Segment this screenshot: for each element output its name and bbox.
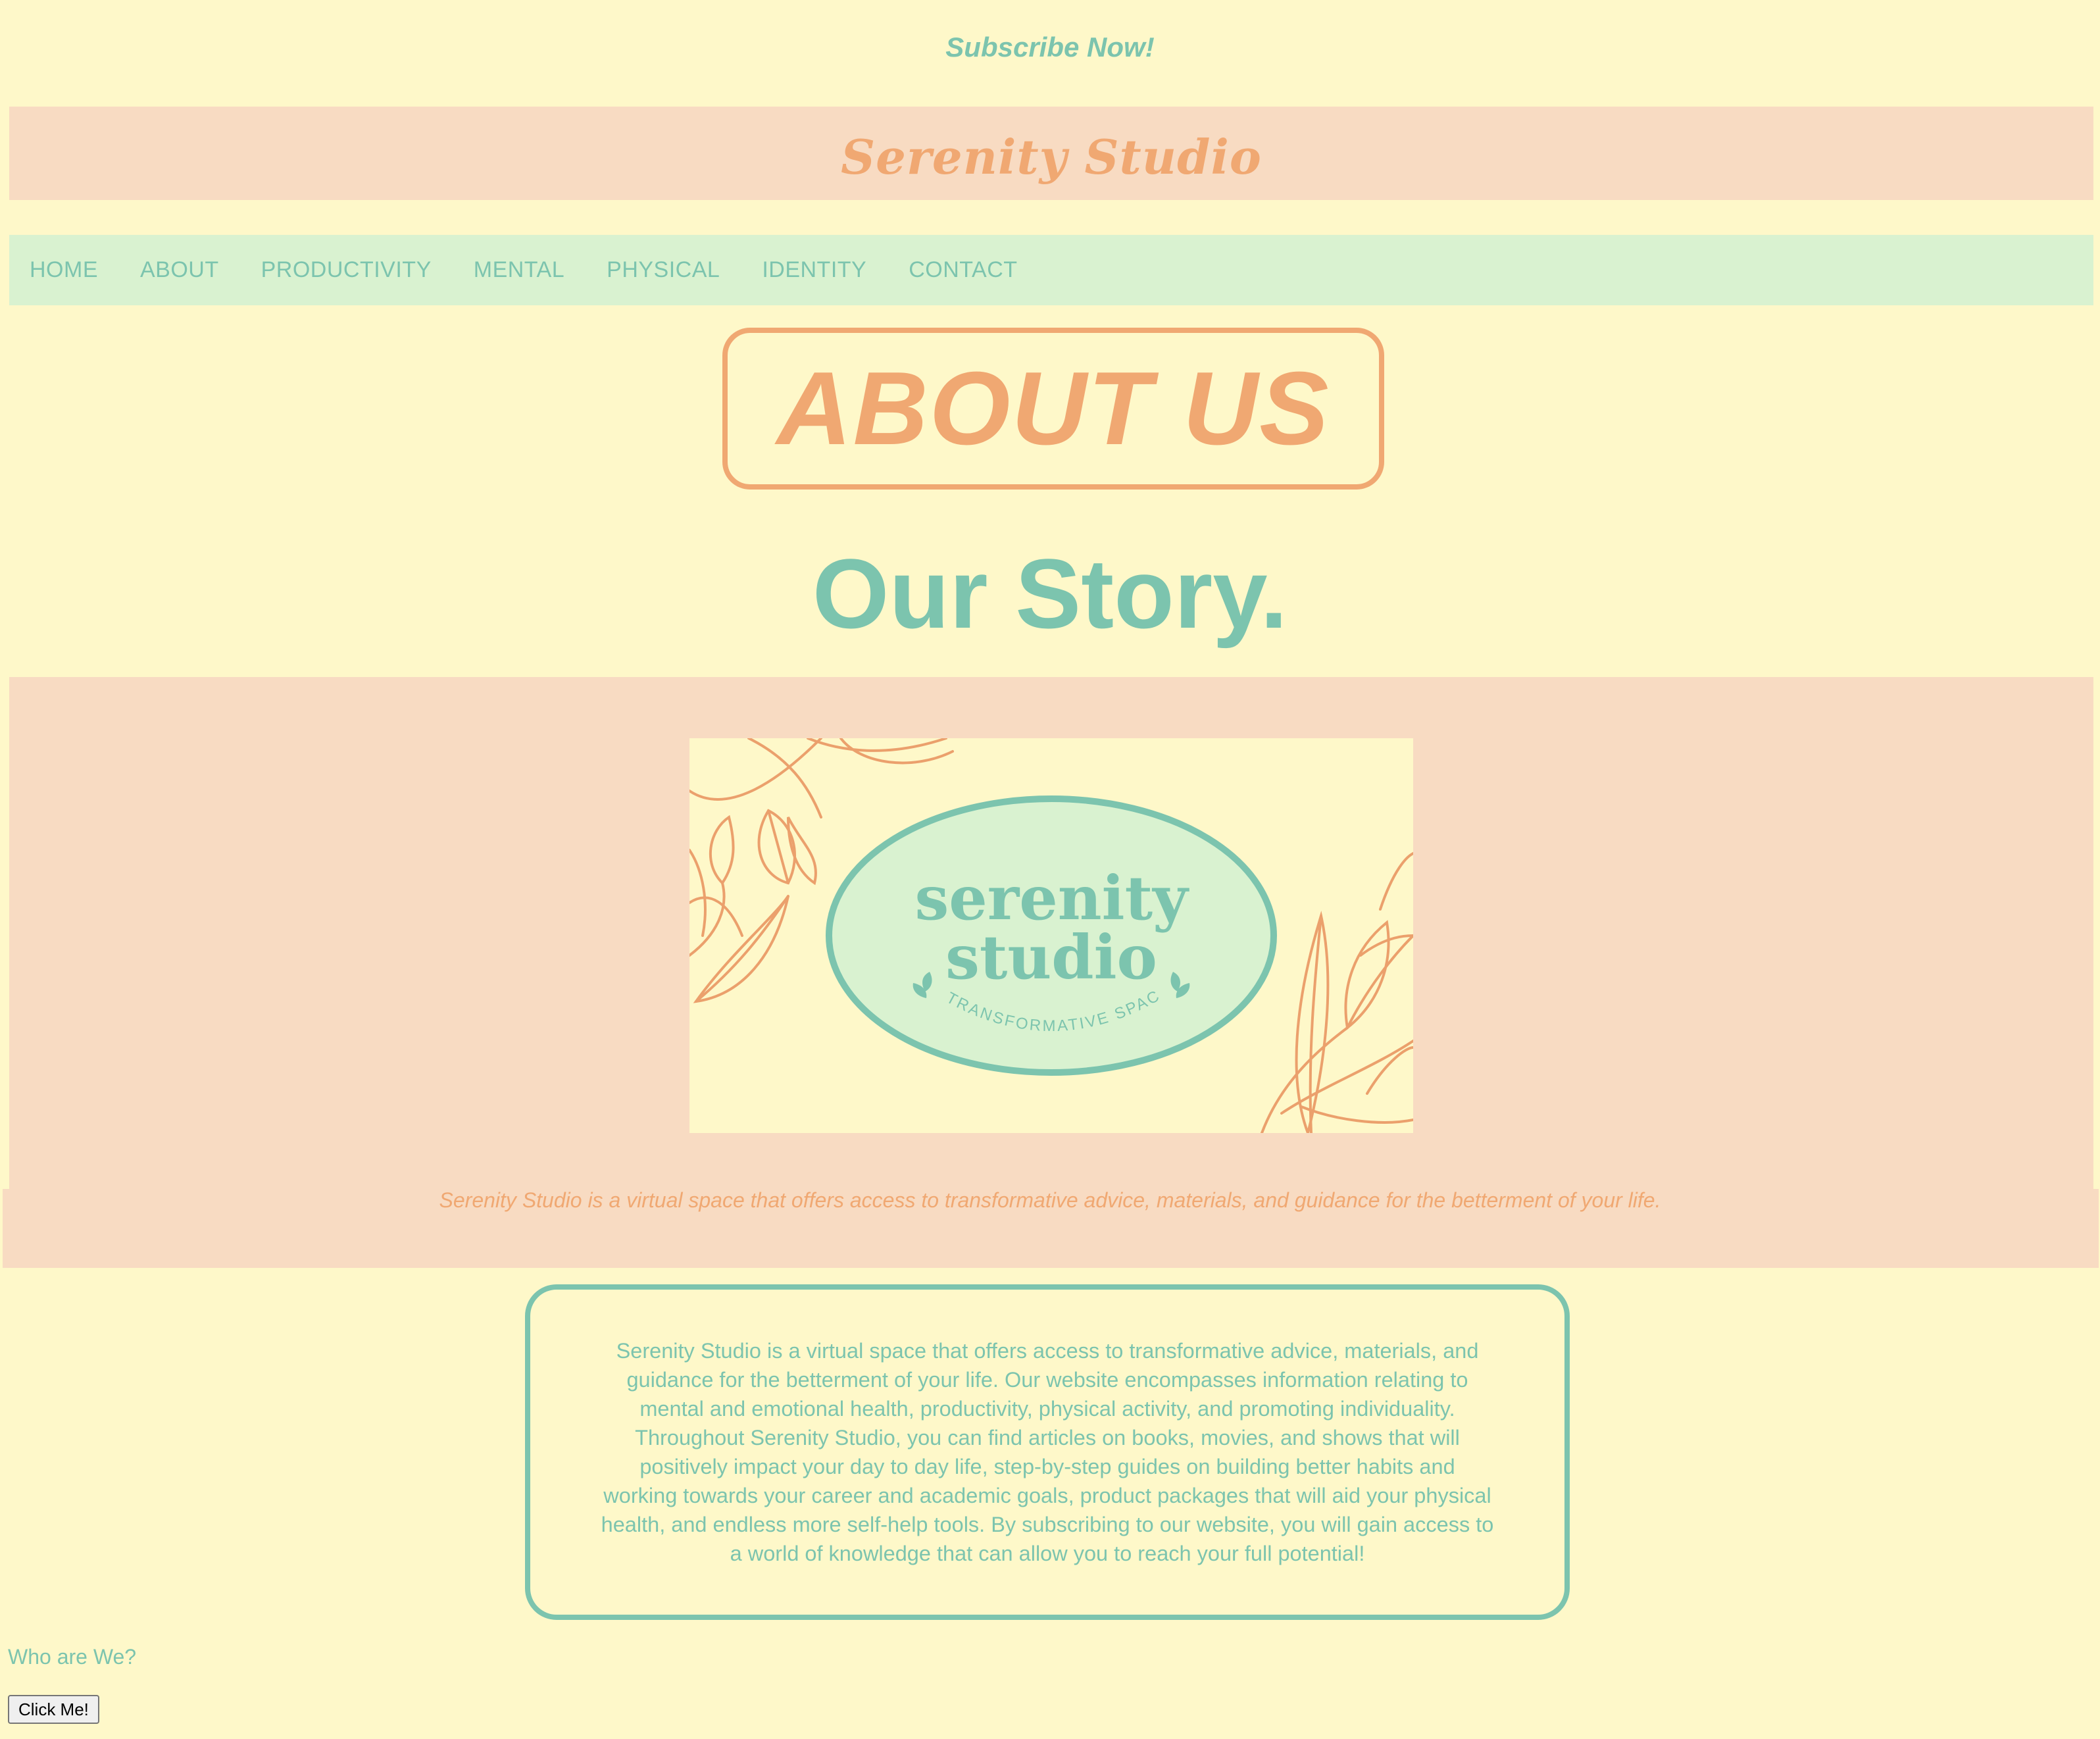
logo-line2: studio: [945, 922, 1157, 993]
about-us-banner: ABOUT US: [722, 328, 1384, 490]
nav-item-physical[interactable]: PHYSICAL: [607, 257, 720, 283]
nav-item-productivity[interactable]: PRODUCTIVITY: [261, 257, 432, 283]
story-heading: Our Story.: [812, 538, 1288, 649]
description-box: Serenity Studio is a virtual space that …: [525, 1284, 1570, 1620]
nav-item-about[interactable]: ABOUT: [140, 257, 219, 283]
who-are-we-text: Who are We?: [8, 1645, 137, 1669]
nav-item-mental[interactable]: MENTAL: [474, 257, 564, 283]
nav-item-home[interactable]: HOME: [30, 257, 98, 283]
about-us-text: ABOUT US: [776, 351, 1330, 466]
main-nav: HOME ABOUT PRODUCTIVITY MENTAL PHYSICAL …: [9, 235, 2093, 305]
nav-item-identity[interactable]: IDENTITY: [762, 257, 866, 283]
nav-item-contact[interactable]: CONTACT: [909, 257, 1017, 283]
serenity-studio-logo-image: serenity studio A TRANSFORMATIVE SPACE: [689, 738, 1413, 1133]
site-header: Serenity Studio: [9, 107, 2093, 200]
description-text: Serenity Studio is a virtual space that …: [601, 1339, 1494, 1565]
leaf-decoration-icon: [1261, 852, 1413, 1133]
click-me-button[interactable]: Click Me!: [8, 1695, 99, 1724]
site-title: Serenity Studio: [841, 128, 1262, 185]
logo-caption: Serenity Studio is a virtual space that …: [439, 1188, 1661, 1212]
subscribe-link[interactable]: Subscribe Now!: [0, 32, 2100, 63]
